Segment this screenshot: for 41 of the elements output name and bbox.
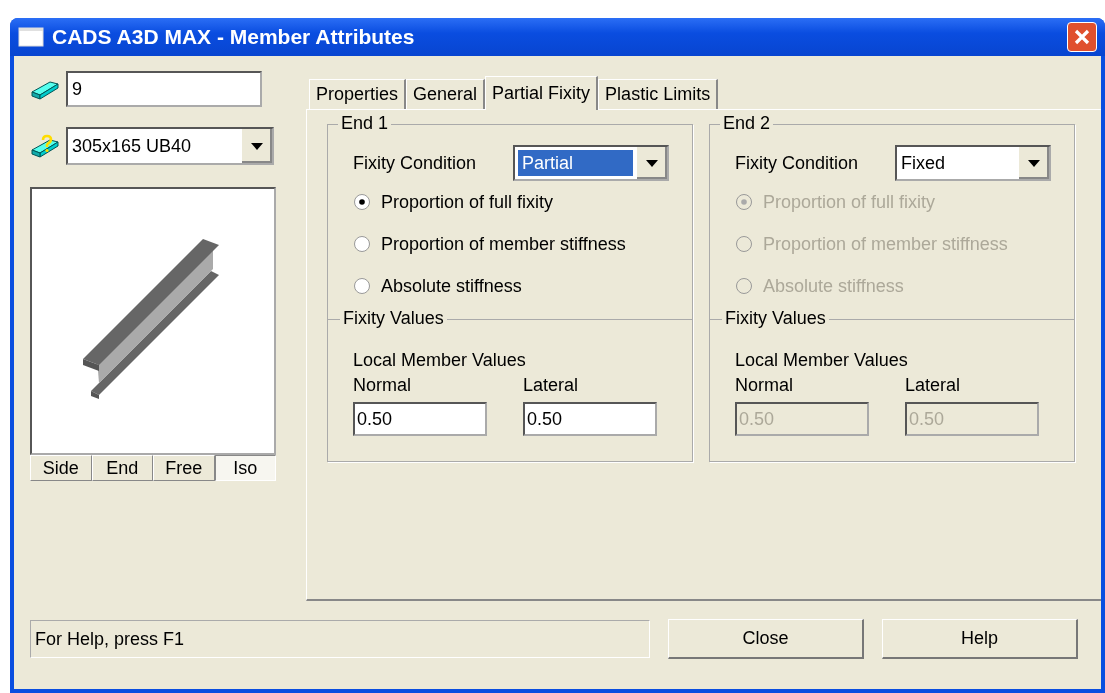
fixity-condition-label: Fixity Condition <box>353 152 477 174</box>
group-title: Fixity Values <box>340 308 447 329</box>
field-label: Lateral <box>905 375 962 396</box>
status-text: For Help, press F1 <box>35 628 185 650</box>
member-number-field[interactable]: 9 <box>66 71 262 107</box>
close-icon[interactable] <box>1067 22 1097 52</box>
field-label: Lateral <box>523 375 580 396</box>
group-title: Fixity Values <box>722 308 829 329</box>
tab[interactable]: Plastic Limits <box>598 79 719 109</box>
view-button[interactable]: Iso <box>214 455 276 481</box>
dialog-button[interactable]: Close <box>668 619 864 659</box>
view-button[interactable]: Side <box>30 455 92 481</box>
caret-icon <box>646 159 658 167</box>
window-title: CADS A3D MAX - Member Attributes <box>52 25 416 49</box>
view-button[interactable]: Free <box>153 455 215 481</box>
field-label: Normal <box>353 375 412 396</box>
local-values-label: Local Member Values <box>734 349 909 371</box>
local-values-label: Local Member Values <box>352 349 527 371</box>
tab[interactable]: Partial Fixity <box>485 76 599 110</box>
caret-icon <box>251 142 263 150</box>
fixity-condition-dropdown[interactable]: Partial <box>513 145 669 181</box>
field-label: Normal <box>735 375 794 396</box>
tab[interactable]: Properties <box>309 79 407 109</box>
view-button[interactable]: End <box>91 455 153 481</box>
fixity-condition-label: Fixity Condition <box>735 152 859 174</box>
dialog-button[interactable]: Help <box>882 619 1078 659</box>
beam-icon <box>30 78 60 100</box>
fixity-condition-dropdown[interactable]: Fixed <box>895 145 1051 181</box>
radio-icon[interactable] <box>353 235 371 253</box>
section-dropdown[interactable]: 305x165 UB40 <box>66 127 274 165</box>
window-icon <box>18 27 44 47</box>
radio-option[interactable]: Proportion of full fixity <box>328 181 692 223</box>
beam-query-icon <box>30 134 60 158</box>
radio-option[interactable]: Absolute stiffness <box>328 265 692 307</box>
tab[interactable]: General <box>406 79 486 109</box>
caret-icon <box>1028 159 1040 167</box>
radio-option[interactable]: Proportion of member stiffness <box>328 223 692 265</box>
radio-icon[interactable] <box>353 277 371 295</box>
radio-icon[interactable] <box>353 193 371 211</box>
value-field[interactable]: 0.50 <box>523 402 657 436</box>
value-field[interactable]: 0.50 <box>353 402 487 436</box>
